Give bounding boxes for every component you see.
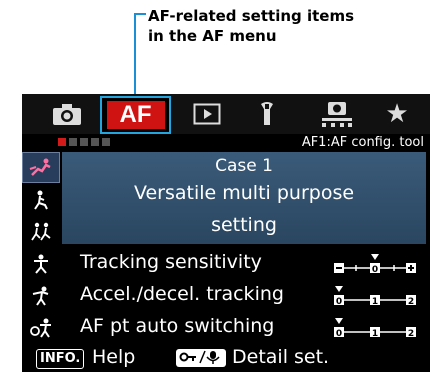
scale-tick-label: 2	[408, 329, 414, 339]
page-dot-3	[80, 138, 88, 146]
scale-tick-label: 0	[336, 329, 342, 339]
case-3-button[interactable]	[22, 216, 60, 247]
case6-icon	[30, 318, 51, 338]
page-title: AF1:AF config. tool	[301, 135, 424, 150]
custom-functions-icon	[322, 102, 352, 127]
case-description-line-2: setting	[211, 214, 277, 236]
playback-icon	[193, 103, 221, 125]
info-button-icon: INFO.	[36, 349, 85, 369]
setting-row-accel-decel-tracking[interactable]: Accel./decel. tracking 0 1 2	[62, 280, 426, 311]
camera-icon	[53, 104, 81, 125]
accel-decel-tracking-scale: 0 1 2	[334, 286, 416, 307]
tab-custom-functions[interactable]	[307, 94, 367, 134]
tab-playback[interactable]	[182, 94, 232, 134]
page-dot-2	[69, 138, 77, 146]
setting-row-af-pt-auto-switching[interactable]: AF pt auto switching 0 1 2	[62, 312, 426, 343]
setting-label: Accel./decel. tracking	[80, 283, 284, 305]
case4-icon	[34, 254, 48, 274]
setting-row-tracking-sensitivity[interactable]: Tracking sensitivity 0	[62, 248, 426, 279]
callout-line-1: AF-related setting items	[148, 7, 355, 25]
case-4-button[interactable]	[22, 248, 60, 279]
case-1-button[interactable]	[22, 152, 60, 183]
callout-annotation: AF-related setting items in the AF menu	[148, 6, 354, 46]
case1-multipurpose-icon	[29, 158, 51, 176]
case5-icon	[32, 286, 49, 306]
value-marker	[335, 286, 343, 292]
star-icon: ★	[385, 99, 409, 129]
scale-tick-label: 1	[372, 329, 378, 339]
page-dot-4	[91, 138, 99, 146]
case-description-line-1: Versatile multi purpose	[133, 182, 355, 204]
value-marker	[371, 254, 379, 260]
page-dot-1	[58, 138, 66, 146]
protect-rate-button-icon	[176, 349, 226, 367]
scale-tick-label: 1	[372, 297, 378, 307]
case-6-button[interactable]	[22, 312, 60, 343]
case-5-button[interactable]	[22, 280, 60, 311]
case-title: Case 1	[215, 156, 273, 176]
menu-subheader: AF1:AF config. tool	[22, 134, 430, 152]
case-description-panel: Case 1 Versatile multi purpose setting	[62, 152, 426, 244]
case2-icon	[34, 190, 48, 210]
value-marker	[335, 318, 343, 324]
tab-camera[interactable]	[42, 94, 92, 134]
tab-setup[interactable]	[242, 94, 292, 134]
scale-tick-label: 0	[372, 265, 378, 275]
callout-connector-vertical	[134, 13, 136, 97]
setting-label: Tracking sensitivity	[80, 251, 262, 273]
callout-line-2: in the AF menu	[148, 27, 277, 45]
case3-icon	[31, 222, 51, 240]
wrench-icon	[261, 102, 273, 125]
tab-my-menu[interactable]: ★	[372, 94, 422, 134]
scale-tick-label: 2	[408, 297, 414, 307]
scale-tick-label: 0	[336, 297, 342, 307]
case-2-button[interactable]	[22, 184, 60, 215]
page-indicator	[58, 138, 110, 146]
af-tab-label: AF	[106, 101, 165, 129]
menu-tab-bar: AF ★	[22, 94, 430, 134]
page-dot-5	[102, 138, 110, 146]
detail-set-label[interactable]: Detail set.	[232, 346, 329, 368]
af-pt-auto-switching-scale: 0 1 2	[334, 318, 416, 339]
key-mic-icon	[179, 350, 220, 364]
tracking-sensitivity-scale: 0	[334, 254, 416, 275]
case-icon-column	[22, 152, 60, 344]
menu-footer: INFO. Help Detail set.	[22, 344, 430, 372]
help-label[interactable]: Help	[92, 346, 135, 368]
tab-af[interactable]: AF	[100, 96, 171, 134]
setting-label: AF pt auto switching	[80, 315, 275, 337]
